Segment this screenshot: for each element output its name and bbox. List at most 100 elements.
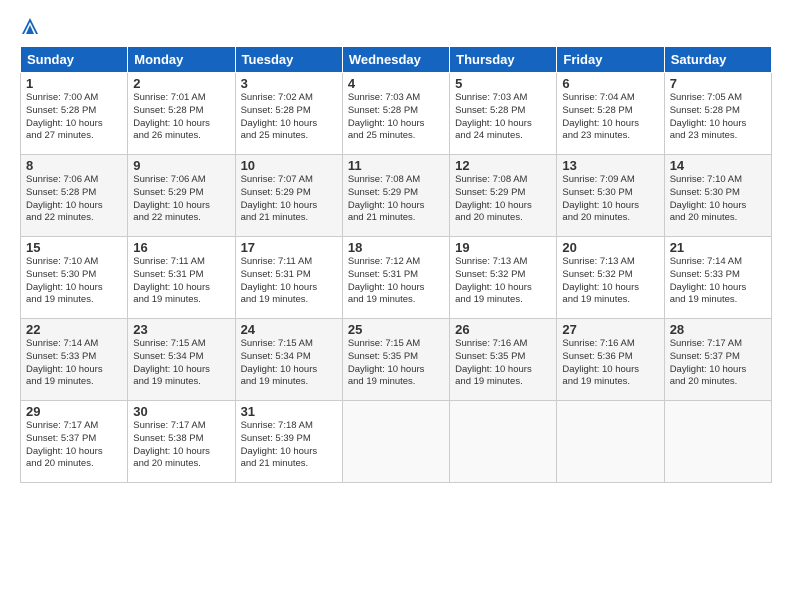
- calendar-cell: 17Sunrise: 7:11 AM Sunset: 5:31 PM Dayli…: [235, 237, 342, 319]
- day-number: 7: [670, 76, 766, 91]
- day-number: 13: [562, 158, 658, 173]
- calendar-cell: 16Sunrise: 7:11 AM Sunset: 5:31 PM Dayli…: [128, 237, 235, 319]
- day-info: Sunrise: 7:13 AM Sunset: 5:32 PM Dayligh…: [562, 256, 658, 307]
- day-info: Sunrise: 7:05 AM Sunset: 5:28 PM Dayligh…: [670, 92, 766, 143]
- calendar-cell: 11Sunrise: 7:08 AM Sunset: 5:29 PM Dayli…: [342, 155, 449, 237]
- calendar-cell: [557, 401, 664, 483]
- day-number: 5: [455, 76, 551, 91]
- day-info: Sunrise: 7:12 AM Sunset: 5:31 PM Dayligh…: [348, 256, 444, 307]
- logo-icon: [20, 16, 40, 36]
- calendar-cell: 25Sunrise: 7:15 AM Sunset: 5:35 PM Dayli…: [342, 319, 449, 401]
- day-info: Sunrise: 7:03 AM Sunset: 5:28 PM Dayligh…: [348, 92, 444, 143]
- day-number: 3: [241, 76, 337, 91]
- day-info: Sunrise: 7:03 AM Sunset: 5:28 PM Dayligh…: [455, 92, 551, 143]
- day-number: 15: [26, 240, 122, 255]
- day-info: Sunrise: 7:17 AM Sunset: 5:37 PM Dayligh…: [26, 420, 122, 471]
- day-number: 8: [26, 158, 122, 173]
- day-number: 28: [670, 322, 766, 337]
- calendar-cell: 12Sunrise: 7:08 AM Sunset: 5:29 PM Dayli…: [450, 155, 557, 237]
- calendar-cell: 8Sunrise: 7:06 AM Sunset: 5:28 PM Daylig…: [21, 155, 128, 237]
- day-info: Sunrise: 7:18 AM Sunset: 5:39 PM Dayligh…: [241, 420, 337, 471]
- calendar-cell: 20Sunrise: 7:13 AM Sunset: 5:32 PM Dayli…: [557, 237, 664, 319]
- calendar-header-row: SundayMondayTuesdayWednesdayThursdayFrid…: [21, 47, 772, 73]
- calendar-cell: 13Sunrise: 7:09 AM Sunset: 5:30 PM Dayli…: [557, 155, 664, 237]
- day-info: Sunrise: 7:08 AM Sunset: 5:29 PM Dayligh…: [348, 174, 444, 225]
- calendar-cell: 10Sunrise: 7:07 AM Sunset: 5:29 PM Dayli…: [235, 155, 342, 237]
- calendar-cell: 28Sunrise: 7:17 AM Sunset: 5:37 PM Dayli…: [664, 319, 771, 401]
- day-info: Sunrise: 7:16 AM Sunset: 5:36 PM Dayligh…: [562, 338, 658, 389]
- day-number: 26: [455, 322, 551, 337]
- calendar-cell: 5Sunrise: 7:03 AM Sunset: 5:28 PM Daylig…: [450, 73, 557, 155]
- weekday-header-wednesday: Wednesday: [342, 47, 449, 73]
- weekday-header-tuesday: Tuesday: [235, 47, 342, 73]
- calendar-cell: 26Sunrise: 7:16 AM Sunset: 5:35 PM Dayli…: [450, 319, 557, 401]
- week-row-5: 29Sunrise: 7:17 AM Sunset: 5:37 PM Dayli…: [21, 401, 772, 483]
- day-number: 14: [670, 158, 766, 173]
- day-number: 16: [133, 240, 229, 255]
- day-info: Sunrise: 7:08 AM Sunset: 5:29 PM Dayligh…: [455, 174, 551, 225]
- weekday-header-saturday: Saturday: [664, 47, 771, 73]
- calendar-cell: 22Sunrise: 7:14 AM Sunset: 5:33 PM Dayli…: [21, 319, 128, 401]
- calendar-body: 1Sunrise: 7:00 AM Sunset: 5:28 PM Daylig…: [21, 73, 772, 483]
- day-info: Sunrise: 7:06 AM Sunset: 5:28 PM Dayligh…: [26, 174, 122, 225]
- day-info: Sunrise: 7:00 AM Sunset: 5:28 PM Dayligh…: [26, 92, 122, 143]
- day-number: 4: [348, 76, 444, 91]
- calendar-cell: 18Sunrise: 7:12 AM Sunset: 5:31 PM Dayli…: [342, 237, 449, 319]
- day-number: 11: [348, 158, 444, 173]
- logo: [20, 16, 44, 36]
- day-number: 17: [241, 240, 337, 255]
- day-info: Sunrise: 7:13 AM Sunset: 5:32 PM Dayligh…: [455, 256, 551, 307]
- calendar-cell: 3Sunrise: 7:02 AM Sunset: 5:28 PM Daylig…: [235, 73, 342, 155]
- day-number: 23: [133, 322, 229, 337]
- weekday-header-thursday: Thursday: [450, 47, 557, 73]
- day-number: 25: [348, 322, 444, 337]
- day-number: 2: [133, 76, 229, 91]
- week-row-4: 22Sunrise: 7:14 AM Sunset: 5:33 PM Dayli…: [21, 319, 772, 401]
- day-number: 6: [562, 76, 658, 91]
- day-info: Sunrise: 7:15 AM Sunset: 5:35 PM Dayligh…: [348, 338, 444, 389]
- day-info: Sunrise: 7:15 AM Sunset: 5:34 PM Dayligh…: [133, 338, 229, 389]
- week-row-2: 8Sunrise: 7:06 AM Sunset: 5:28 PM Daylig…: [21, 155, 772, 237]
- week-row-3: 15Sunrise: 7:10 AM Sunset: 5:30 PM Dayli…: [21, 237, 772, 319]
- day-number: 10: [241, 158, 337, 173]
- day-number: 30: [133, 404, 229, 419]
- day-info: Sunrise: 7:17 AM Sunset: 5:37 PM Dayligh…: [670, 338, 766, 389]
- day-info: Sunrise: 7:16 AM Sunset: 5:35 PM Dayligh…: [455, 338, 551, 389]
- calendar-cell: 2Sunrise: 7:01 AM Sunset: 5:28 PM Daylig…: [128, 73, 235, 155]
- week-row-1: 1Sunrise: 7:00 AM Sunset: 5:28 PM Daylig…: [21, 73, 772, 155]
- weekday-header-monday: Monday: [128, 47, 235, 73]
- day-info: Sunrise: 7:10 AM Sunset: 5:30 PM Dayligh…: [26, 256, 122, 307]
- calendar-cell: 9Sunrise: 7:06 AM Sunset: 5:29 PM Daylig…: [128, 155, 235, 237]
- calendar-cell: 30Sunrise: 7:17 AM Sunset: 5:38 PM Dayli…: [128, 401, 235, 483]
- day-number: 19: [455, 240, 551, 255]
- calendar-cell: 27Sunrise: 7:16 AM Sunset: 5:36 PM Dayli…: [557, 319, 664, 401]
- day-number: 21: [670, 240, 766, 255]
- day-number: 24: [241, 322, 337, 337]
- calendar-table: SundayMondayTuesdayWednesdayThursdayFrid…: [20, 46, 772, 483]
- day-number: 22: [26, 322, 122, 337]
- calendar-cell: 29Sunrise: 7:17 AM Sunset: 5:37 PM Dayli…: [21, 401, 128, 483]
- page: SundayMondayTuesdayWednesdayThursdayFrid…: [0, 0, 792, 612]
- calendar-cell: 1Sunrise: 7:00 AM Sunset: 5:28 PM Daylig…: [21, 73, 128, 155]
- calendar-cell: [450, 401, 557, 483]
- day-number: 12: [455, 158, 551, 173]
- calendar-cell: 23Sunrise: 7:15 AM Sunset: 5:34 PM Dayli…: [128, 319, 235, 401]
- day-info: Sunrise: 7:11 AM Sunset: 5:31 PM Dayligh…: [241, 256, 337, 307]
- day-number: 27: [562, 322, 658, 337]
- day-info: Sunrise: 7:10 AM Sunset: 5:30 PM Dayligh…: [670, 174, 766, 225]
- weekday-header-friday: Friday: [557, 47, 664, 73]
- calendar-cell: 21Sunrise: 7:14 AM Sunset: 5:33 PM Dayli…: [664, 237, 771, 319]
- day-number: 20: [562, 240, 658, 255]
- day-info: Sunrise: 7:04 AM Sunset: 5:28 PM Dayligh…: [562, 92, 658, 143]
- day-info: Sunrise: 7:07 AM Sunset: 5:29 PM Dayligh…: [241, 174, 337, 225]
- calendar-cell: [664, 401, 771, 483]
- day-number: 31: [241, 404, 337, 419]
- day-info: Sunrise: 7:02 AM Sunset: 5:28 PM Dayligh…: [241, 92, 337, 143]
- calendar-cell: 19Sunrise: 7:13 AM Sunset: 5:32 PM Dayli…: [450, 237, 557, 319]
- day-number: 18: [348, 240, 444, 255]
- weekday-header-sunday: Sunday: [21, 47, 128, 73]
- calendar-cell: 24Sunrise: 7:15 AM Sunset: 5:34 PM Dayli…: [235, 319, 342, 401]
- calendar-cell: 6Sunrise: 7:04 AM Sunset: 5:28 PM Daylig…: [557, 73, 664, 155]
- day-info: Sunrise: 7:01 AM Sunset: 5:28 PM Dayligh…: [133, 92, 229, 143]
- calendar-cell: 15Sunrise: 7:10 AM Sunset: 5:30 PM Dayli…: [21, 237, 128, 319]
